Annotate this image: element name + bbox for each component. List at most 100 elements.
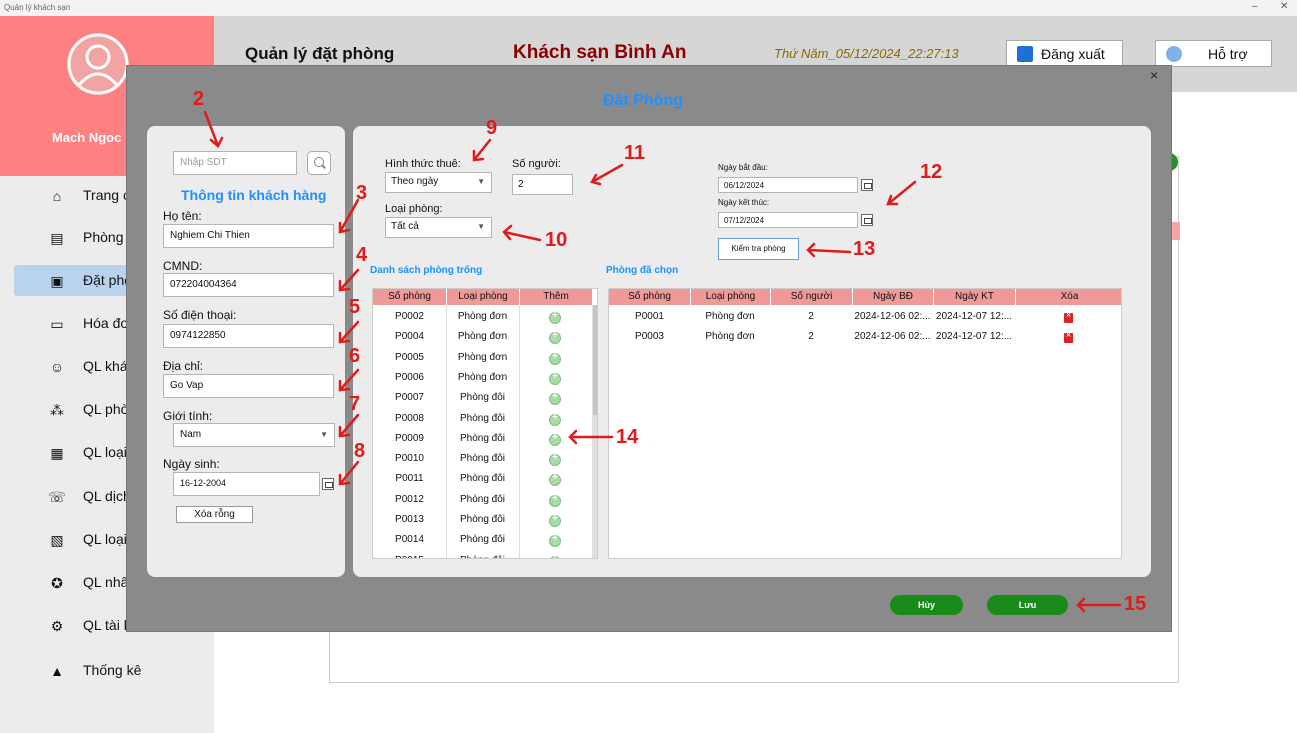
- room-type-cell: Phòng đơn: [457, 371, 508, 383]
- table-row[interactable]: P0012 Phòng đôi: [373, 492, 592, 508]
- name-field[interactable]: Nghiem Chi Thien: [163, 224, 334, 248]
- column-header: Xóa: [1015, 289, 1121, 305]
- add-icon[interactable]: [549, 493, 561, 507]
- name-label: Họ tên:: [163, 209, 202, 223]
- user-icon: [67, 33, 129, 95]
- table-row[interactable]: P0005 Phòng đơn: [373, 350, 592, 366]
- room-number-cell: P0007: [395, 392, 424, 404]
- table-row[interactable]: P0004 Phòng đơn: [373, 329, 592, 345]
- cancel-button[interactable]: Hủy: [890, 595, 963, 615]
- room-type-cell: Phòng đôi: [459, 473, 506, 485]
- delete-icon[interactable]: [1064, 310, 1073, 323]
- room-type-select[interactable]: Tất cả ▼: [385, 217, 492, 238]
- room-number-cell: P0014: [395, 534, 424, 546]
- add-icon[interactable]: [549, 554, 561, 558]
- scrollbar-thumb[interactable]: [593, 305, 597, 415]
- add-icon[interactable]: [549, 310, 561, 324]
- table-row[interactable]: P0006 Phòng đơn: [373, 370, 592, 386]
- add-icon[interactable]: [549, 533, 561, 548]
- rent-type-select[interactable]: Theo ngày ▼: [385, 172, 492, 193]
- table-row[interactable]: P0010 Phòng đôi: [373, 451, 592, 467]
- column-header: Ngày BĐ: [852, 289, 933, 305]
- room-type-cell: Phòng đơn: [457, 351, 508, 363]
- minimize-button[interactable]: –: [1252, 1, 1258, 12]
- table-row[interactable]: P0008 Phòng đôi: [373, 411, 592, 427]
- room-number-cell: P0005: [395, 351, 424, 363]
- stats-icon: ▲: [50, 663, 64, 679]
- dialog-title: Đặt Phòng: [603, 92, 683, 109]
- room-number-cell: P0002: [395, 311, 424, 322]
- account-icon: ⚙: [50, 618, 64, 634]
- room-type-cell: Phòng đôi: [459, 453, 506, 465]
- add-icon[interactable]: [549, 412, 561, 426]
- column-header: Ngày KT: [933, 289, 1015, 305]
- room-type-cell: Phòng đôi: [459, 493, 506, 505]
- logout-button[interactable]: Đăng xuất: [1006, 40, 1123, 67]
- table-row[interactable]: P0013 Phòng đôi: [373, 512, 592, 528]
- dob-field[interactable]: 16-12-2004: [173, 472, 320, 496]
- chevron-down-icon: ▼: [477, 222, 485, 231]
- gender-label: Giới tính:: [163, 409, 213, 423]
- start-date-field[interactable]: 06/12/2024: [718, 177, 858, 193]
- annotation-number: 11: [624, 142, 646, 164]
- end-date-field[interactable]: 07/12/2024: [718, 212, 858, 228]
- room-number-cell: P0004: [395, 331, 424, 343]
- available-rooms-title: Danh sách phòng trống: [370, 265, 483, 276]
- room-number-cell: P0001: [635, 311, 664, 322]
- save-button[interactable]: Lưu: [987, 595, 1068, 615]
- add-icon[interactable]: [549, 330, 561, 345]
- room-type-cell: Phòng đôi: [459, 392, 506, 404]
- room-number-cell: P0009: [395, 432, 424, 444]
- search-button[interactable]: [307, 151, 331, 175]
- help-button[interactable]: Hỗ trợ: [1155, 40, 1272, 67]
- table-row[interactable]: P0003 Phòng đơn 2 2024-12-06 02:... 2024-12-…: [609, 329, 1121, 345]
- scrollbar[interactable]: [592, 305, 597, 558]
- room-manage-icon: ⁂: [50, 402, 64, 418]
- add-icon[interactable]: [549, 513, 561, 527]
- address-field[interactable]: Go Vap: [163, 374, 334, 398]
- annotation-number: 10: [545, 229, 568, 251]
- dialog-close-button[interactable]: ×: [1150, 67, 1158, 83]
- hotel-name: Khách sạn Bình An: [513, 42, 687, 63]
- room-number-cell: P0013: [395, 514, 424, 525]
- gender-select[interactable]: Nam ▼: [173, 423, 335, 447]
- add-icon[interactable]: [549, 432, 561, 446]
- annotation-number: 12: [920, 161, 943, 183]
- add-icon[interactable]: [549, 371, 561, 385]
- calendar-icon[interactable]: [861, 214, 873, 226]
- start-date-cell: 2024-12-06 02:...: [854, 311, 931, 322]
- table-row[interactable]: P0011 Phòng đôi: [373, 471, 592, 487]
- room-number-cell: P0012: [395, 493, 424, 505]
- add-icon[interactable]: [549, 452, 561, 467]
- add-icon[interactable]: [549, 472, 561, 487]
- table-row[interactable]: P0015Phòng đôi: [373, 553, 592, 558]
- guests-field[interactable]: 2: [512, 174, 573, 195]
- room-number-cell: P0010: [395, 453, 424, 465]
- booking-icon: ▣: [50, 273, 64, 289]
- table-row[interactable]: P0014 Phòng đôi: [373, 532, 592, 548]
- staff-icon: ✪: [51, 575, 63, 591]
- table-row[interactable]: P0009 Phòng đôi: [373, 431, 592, 447]
- add-icon[interactable]: [549, 351, 561, 365]
- calendar-icon[interactable]: [322, 478, 334, 490]
- room-number-cell: P0011: [395, 473, 424, 485]
- clear-button[interactable]: Xóa rỗng: [176, 506, 253, 523]
- room-type-cell: Phòng đơn: [705, 331, 755, 343]
- annotation-number: 13: [853, 238, 876, 260]
- room-number-cell: P0008: [395, 412, 424, 424]
- id-field[interactable]: 072204004364: [163, 273, 334, 297]
- phone-search-input[interactable]: Nhập SDT: [173, 151, 297, 175]
- add-icon[interactable]: [549, 391, 561, 406]
- annotation-number: 7: [349, 393, 361, 415]
- calendar-icon[interactable]: [861, 179, 873, 191]
- close-window-button[interactable]: ✕: [1280, 1, 1288, 12]
- table-row[interactable]: P0002 Phòng đơn: [373, 309, 592, 325]
- logout-icon: [1017, 46, 1033, 62]
- check-rooms-button[interactable]: Kiểm tra phòng: [718, 238, 799, 260]
- delete-icon[interactable]: [1064, 330, 1073, 344]
- table-row[interactable]: P0001 Phòng đơn 2 2024-12-06 02:... 2024-12-…: [609, 309, 1121, 325]
- table-row[interactable]: P0007 Phòng đôi: [373, 390, 592, 406]
- column-header: Số phòng: [609, 289, 690, 305]
- sidebar-item-stats[interactable]: ▲ Thống kê: [14, 655, 214, 686]
- phone-field[interactable]: 0974122850: [163, 324, 334, 348]
